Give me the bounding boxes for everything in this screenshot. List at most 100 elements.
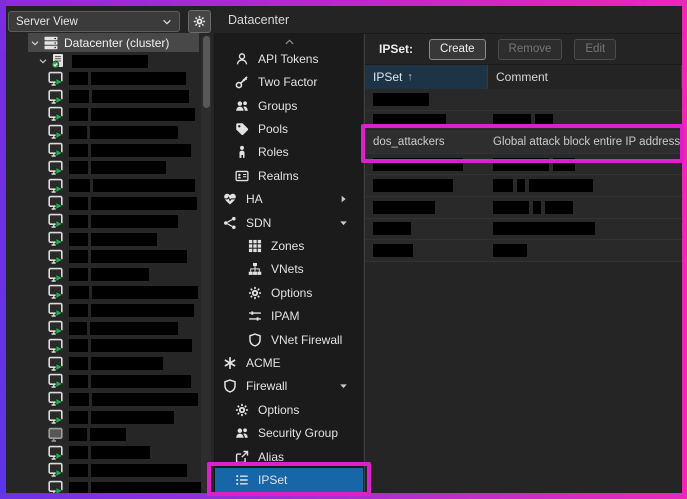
ipset-table-row-redacted[interactable]	[365, 197, 682, 219]
menu-item-label: API Tokens	[258, 52, 318, 66]
menu-item-firewall[interactable]: Firewall	[215, 375, 363, 398]
redacted-vm-id	[69, 411, 88, 424]
menu-item-security-group[interactable]: Security Group	[215, 422, 363, 445]
ipset-table-body: dos_attackersGlobal attack block entire …	[365, 89, 682, 262]
column-header-ipset[interactable]: IPSet ↑	[365, 65, 488, 89]
tree-item-vm-running[interactable]	[48, 106, 214, 124]
menu-item-pools[interactable]: Pools	[215, 117, 363, 140]
redacted-vm-id	[69, 304, 88, 317]
ipset-name-cell	[365, 114, 488, 127]
view-selector[interactable]: Server View	[8, 11, 180, 32]
tree-item-vm-running[interactable]	[48, 141, 214, 159]
tree-item-vm-running[interactable]	[48, 159, 214, 177]
chevron-down-icon[interactable]	[30, 38, 40, 48]
redacted-vm-name	[91, 268, 149, 281]
menu-item-acme[interactable]: ACME	[215, 351, 363, 374]
menu-item-api-tokens[interactable]: API Tokens	[215, 47, 363, 70]
tree-item-vm-running[interactable]	[48, 319, 214, 337]
menu-item-zones[interactable]: Zones	[215, 234, 363, 257]
remove-button[interactable]: Remove	[498, 39, 563, 60]
vm-running-icon	[48, 106, 64, 122]
menu-item-two-factor[interactable]: Two Factor	[215, 70, 363, 93]
tree-item-vm-running[interactable]	[48, 284, 214, 302]
caret-right-icon[interactable]	[338, 194, 349, 205]
sliders-icon	[248, 309, 262, 323]
tree-item-vm-running[interactable]	[48, 266, 214, 284]
users-icon	[235, 99, 249, 113]
column-header-comment[interactable]: Comment	[488, 65, 682, 89]
caret-down-icon[interactable]	[338, 217, 349, 228]
tree-item-vm-running[interactable]	[48, 390, 214, 408]
edit-button[interactable]: Edit	[574, 39, 616, 60]
menu-item-sdn[interactable]: SDN	[215, 211, 363, 234]
tree-item-vm-running[interactable]	[48, 444, 214, 462]
tree-item-node[interactable]	[38, 52, 214, 70]
menu-item-ipam[interactable]: IPAM	[215, 304, 363, 327]
menu-item-groups[interactable]: Groups	[215, 94, 363, 117]
menu-item-list: API Tokens Two Factor GroupsPools Roles Real…	[215, 47, 363, 492]
redacted-vm-id	[69, 464, 88, 477]
tree-item-vm-running[interactable]	[48, 88, 214, 106]
tree-item-vm-running[interactable]	[48, 479, 214, 493]
ipset-table-row-redacted[interactable]	[365, 175, 682, 197]
redacted-vm-id	[69, 428, 87, 441]
tree-item-vm-stopped[interactable]	[48, 426, 214, 444]
tree-item-vm-running[interactable]	[48, 70, 214, 88]
ipset-table-row-redacted[interactable]	[365, 240, 682, 262]
tree-item-vm-running[interactable]	[48, 123, 214, 141]
frame-top-edge	[0, 0, 687, 6]
caret-down-icon[interactable]	[338, 381, 349, 392]
menu-item-label: HA	[246, 192, 263, 206]
tree-item-vm-running[interactable]	[48, 355, 214, 373]
menu-item-roles[interactable]: Roles	[215, 141, 363, 164]
tree-item-vm-running[interactable]	[48, 195, 214, 213]
menu-item-realms[interactable]: Realms	[215, 164, 363, 187]
ipset-table-row-dos-attackers[interactable]: dos_attackersGlobal attack block entire …	[365, 132, 682, 154]
menu-item-alias[interactable]: Alias	[215, 445, 363, 468]
menu-item-label: Roles	[258, 145, 289, 159]
tree-scrollbar-thumb[interactable]	[203, 36, 210, 108]
ipset-name-text: dos_attackers	[373, 136, 445, 148]
gear-icon	[193, 15, 206, 28]
tree-item-datacenter[interactable]: Datacenter (cluster)	[28, 33, 199, 52]
menu-item-options[interactable]: Options	[215, 281, 363, 304]
vm-running-icon	[48, 267, 64, 283]
redacted-vm-name	[91, 339, 192, 352]
tree-item-vm-running[interactable]	[48, 373, 214, 391]
redacted-vm-id	[69, 179, 90, 192]
redacted-vm-name	[91, 233, 157, 246]
redacted-vm-name	[91, 215, 178, 228]
redacted-vm-name	[91, 161, 166, 174]
resource-tree: Datacenter (cluster)	[6, 33, 214, 493]
tree-item-vm-running[interactable]	[48, 177, 214, 195]
tree-item-vm-running[interactable]	[48, 337, 214, 355]
menu-scroll-up-indicator[interactable]	[215, 37, 363, 47]
create-button[interactable]: Create	[429, 39, 486, 60]
ipset-table-row-redacted[interactable]	[365, 89, 682, 111]
redaction-gap	[593, 179, 597, 192]
menu-item-ha[interactable]: HA	[215, 187, 363, 210]
redacted-comment	[535, 114, 553, 127]
tree-item-vm-running[interactable]	[48, 462, 214, 480]
menu-item-vnet-firewall[interactable]: VNet Firewall	[215, 328, 363, 351]
menu-item-options[interactable]: Options	[215, 398, 363, 421]
ipset-name-cell	[365, 93, 488, 106]
ipset-comment-cell	[488, 114, 682, 127]
tree-item-vm-running[interactable]	[48, 301, 214, 319]
ipset-table-row-redacted[interactable]	[365, 154, 682, 176]
menu-item-vnets[interactable]: VNets	[215, 258, 363, 281]
tree-settings-button[interactable]	[188, 10, 211, 33]
menu-item-label: Firewall	[246, 379, 287, 393]
menu-item-label: Two Factor	[258, 75, 317, 89]
vm-running-icon	[48, 373, 64, 389]
menu-item-ipset[interactable]: IPSet	[215, 468, 363, 491]
chevron-down-icon[interactable]	[38, 56, 48, 66]
ipset-table-row-redacted[interactable]	[365, 219, 682, 241]
tree-item-vm-running[interactable]	[48, 408, 214, 426]
ipset-table-row-redacted[interactable]	[365, 111, 682, 133]
tree-item-vm-running[interactable]	[48, 248, 214, 266]
redacted-comment	[493, 201, 529, 214]
tree-scrollbar[interactable]	[201, 34, 211, 492]
tree-item-vm-running[interactable]	[48, 230, 214, 248]
tree-item-vm-running[interactable]	[48, 212, 214, 230]
